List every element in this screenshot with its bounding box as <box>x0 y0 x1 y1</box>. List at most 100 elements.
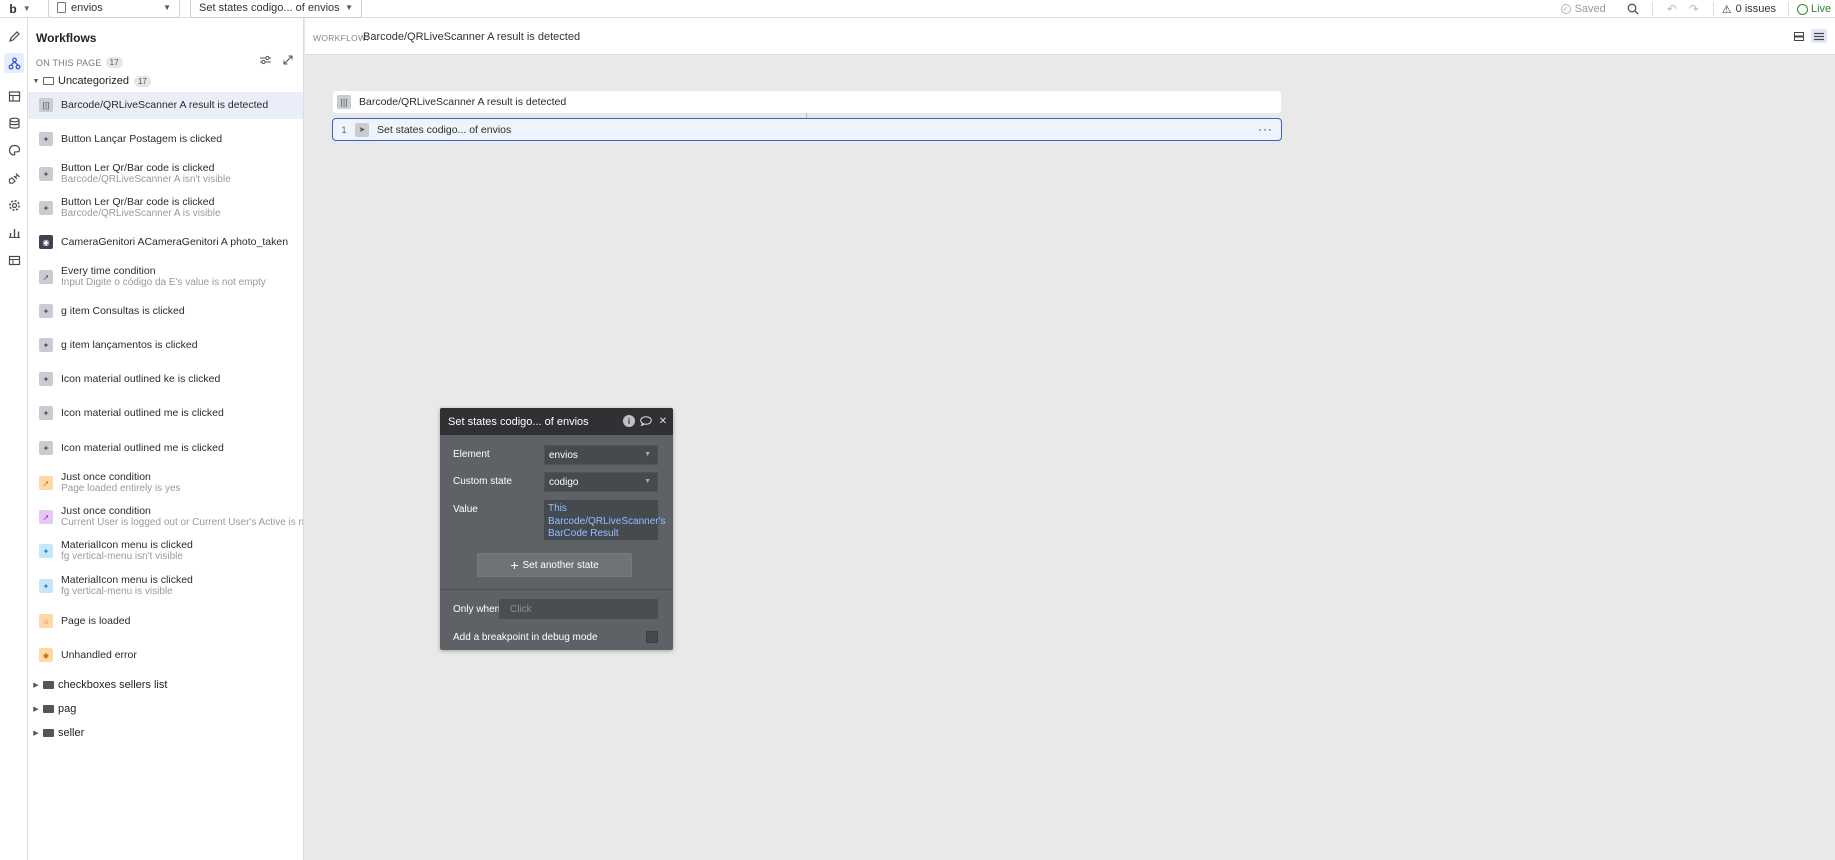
set-another-label: Set another state <box>522 559 599 571</box>
workflow-item[interactable]: [|] Barcode/QRLiveScanner A result is de… <box>28 92 303 119</box>
workflow-item[interactable]: ➚ Just once condition Current User is lo… <box>28 504 304 534</box>
workflow-name: Icon material outlined me is clicked <box>61 442 224 454</box>
folder-seller[interactable]: ▶ seller <box>28 725 303 741</box>
value-expression-field[interactable]: This Barcode/QRLiveScanner's BarCode Res… <box>544 500 666 540</box>
workflow-name: Button Ler Qr/Bar code is clicked <box>61 196 215 208</box>
only-when-input[interactable]: Click <box>499 599 658 619</box>
chevron-down-icon: ▼ <box>163 2 171 12</box>
palette-icon <box>8 144 20 156</box>
issues-button[interactable]: ⚠ 0 issues <box>1722 3 1776 16</box>
redo-icon: ↷ <box>1688 2 1699 16</box>
click-icon: ✦ <box>39 304 53 318</box>
workflow-icon <box>8 57 20 69</box>
workflow-item[interactable]: ✦ MaterialIcon menu is clicked fg vertic… <box>28 573 303 603</box>
app-menu[interactable]: b ▼ <box>0 0 40 18</box>
custom-state-dropdown[interactable]: codigo ▼ <box>544 472 658 492</box>
value-expression-line: BarCode Result <box>548 528 619 539</box>
rail-plugins-tab[interactable] <box>4 168 24 188</box>
chevron-down-icon: ▼ <box>644 478 651 485</box>
workflow-item[interactable]: ➚ Just once condition Page loaded entire… <box>28 470 303 500</box>
rail-database-tab[interactable] <box>4 113 24 133</box>
table-icon <box>8 255 20 265</box>
workflow-item[interactable]: ✦ g item Consultas is clicked <box>28 298 303 325</box>
view-cards-button[interactable] <box>1791 29 1807 43</box>
folder-uncategorized[interactable]: ▼ Uncategorized 17 <box>28 73 303 89</box>
workflow-condition: Current User is logged out or Current Us… <box>61 517 304 528</box>
gear-icon <box>8 199 20 211</box>
filter-button[interactable] <box>260 55 271 68</box>
breakpoint-checkbox[interactable] <box>646 631 658 643</box>
element-dropdown[interactable]: envios ▼ <box>544 445 658 465</box>
workflow-item[interactable]: ✦ Icon material outlined me is clicked <box>28 435 303 462</box>
more-options-button[interactable]: ··· <box>1258 122 1273 136</box>
workflow-name: Just once condition <box>61 505 151 517</box>
rail-design-tab[interactable] <box>4 26 24 46</box>
folder-pag[interactable]: ▶ pag <box>28 701 303 717</box>
cards-view-icon <box>1794 31 1804 41</box>
chevron-right-icon: ▶ <box>33 706 39 713</box>
workflows-panel: Workflows ON THIS PAGE 17 ▼ Uncategorize… <box>28 18 304 860</box>
rail-styles-tab[interactable] <box>4 140 24 160</box>
close-icon[interactable]: ✕ <box>657 415 669 427</box>
editor-header: Set states codigo... of envios i ✕ <box>440 408 673 435</box>
live-button[interactable]: Live <box>1797 3 1835 15</box>
workflow-item[interactable]: ✦ Button Ler Qr/Bar code is clicked Barc… <box>28 195 303 225</box>
expand-button[interactable] <box>283 55 293 68</box>
rail-settings-tab[interactable] <box>4 195 24 215</box>
set-another-state-button[interactable]: + Set another state <box>477 553 632 577</box>
workflow-item[interactable]: ➚ Every time condition Input Digite o có… <box>28 264 303 294</box>
page-dropdown[interactable]: envios ▼ <box>48 0 180 18</box>
globe-icon <box>1797 3 1808 15</box>
rail-logs-tab[interactable] <box>4 222 24 242</box>
workflow-item[interactable]: ✦ Button Lançar Postagem is clicked <box>28 126 303 153</box>
workflow-name: Just once condition <box>61 471 151 483</box>
click-icon: ✦ <box>39 406 53 420</box>
workflow-item[interactable]: ☼ Page is loaded <box>28 608 303 635</box>
folder-checkboxes-sellers-list[interactable]: ▶ checkboxes sellers list <box>28 677 303 693</box>
camera-icon: ◉ <box>39 235 53 249</box>
rail-table-tab[interactable] <box>4 250 24 270</box>
action-card[interactable]: 1 ➤ Set states codigo... of envios ··· <box>332 118 1282 141</box>
workflow-item[interactable]: ◆ Unhandled error <box>28 642 303 669</box>
action-name: Set states codigo... of envios <box>377 123 512 136</box>
info-icon[interactable]: i <box>623 415 635 427</box>
event-card[interactable]: [|] Barcode/QRLiveScanner A result is de… <box>333 91 1281 113</box>
on-this-page-header: ON THIS PAGE 17 <box>36 57 123 68</box>
divider <box>1651 2 1653 16</box>
bar-chart-icon <box>8 228 20 238</box>
click-icon: ✦ <box>39 201 53 215</box>
database-icon <box>8 117 20 129</box>
workflow-item[interactable]: ✦ MaterialIcon menu is clicked fg vertic… <box>28 538 303 568</box>
saved-status: ✓ Saved <box>1560 3 1606 15</box>
divider <box>1712 2 1714 16</box>
redo-button[interactable]: ↷ <box>1683 0 1705 18</box>
workflow-condition: Barcode/QRLiveScanner A isn't visible <box>61 174 231 185</box>
workflow-item[interactable]: ✦ Button Ler Qr/Bar code is clicked Barc… <box>28 161 303 191</box>
workflow-item[interactable]: ✦ g item lançamentos is clicked <box>28 332 303 359</box>
workflow-header: WORKFLOW: Barcode/QRLiveScanner A result… <box>305 18 1835 55</box>
click-icon: ✦ <box>39 338 53 352</box>
top-right-tools: ✓ Saved ↶ ↷ ⚠ 0 issues Live <box>1560 0 1835 18</box>
issues-label: 0 issues <box>1735 3 1776 15</box>
view-list-button[interactable] <box>1811 29 1827 43</box>
event-name: Barcode/QRLiveScanner A result is detect… <box>359 96 567 108</box>
sliders-icon <box>260 55 271 65</box>
plus-icon: + <box>510 557 519 573</box>
workflow-item[interactable]: ◉ CameraGenitori ACameraGenitori A photo… <box>28 229 303 256</box>
workflow-item[interactable]: ✦ Icon material outlined ke is clicked <box>28 366 303 393</box>
workflow-condition: fg vertical-menu is visible <box>61 586 173 597</box>
undo-button[interactable]: ↶ <box>1661 0 1683 18</box>
click-icon: ✦ <box>39 132 53 146</box>
value-label: Value <box>453 504 478 515</box>
comment-icon[interactable] <box>640 415 652 427</box>
rail-workflow-tab[interactable] <box>4 53 24 73</box>
property-editor: Set states codigo... of envios i ✕ Eleme… <box>440 408 673 650</box>
divider <box>440 589 673 590</box>
workflow-name: MaterialIcon menu is clicked <box>61 539 193 551</box>
workflow-dropdown[interactable]: Set states codigo... of envios ▼ <box>190 0 362 18</box>
rail-data-tab[interactable] <box>4 86 24 106</box>
search-button[interactable] <box>1622 0 1644 18</box>
element-value: envios <box>549 449 578 461</box>
workflow-condition: Input Digite o código da E's value is no… <box>61 277 266 288</box>
workflow-item[interactable]: ✦ Icon material outlined me is clicked <box>28 400 303 427</box>
